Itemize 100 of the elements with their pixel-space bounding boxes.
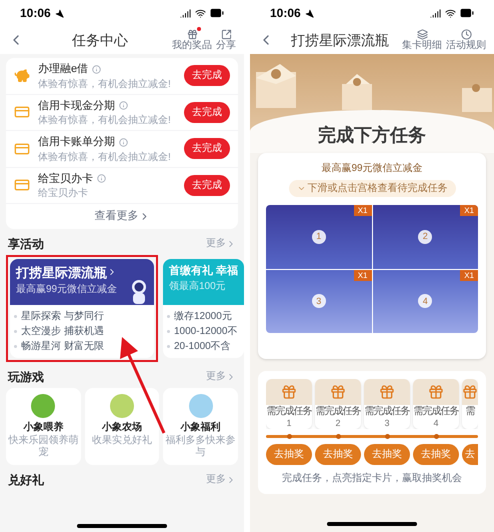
activity-bullet: 畅游星河 财富无限 <box>21 340 104 354</box>
game-card[interactable]: 小象喂养 快来乐园领养萌宠 <box>6 388 81 464</box>
puzzle-tile[interactable]: 1 X1 <box>266 205 372 268</box>
nav-action[interactable]: 我的奖品 <box>172 29 212 51</box>
activity-title: 打捞星际漂流瓶 <box>16 264 107 282</box>
piggy-bank-icon <box>14 68 30 84</box>
puzzle-tile[interactable]: 4 X1 <box>372 270 478 333</box>
gift-icon <box>379 384 395 400</box>
draw-button[interactable]: 去抽奖 <box>413 444 459 465</box>
tile-number: 2 <box>418 230 432 244</box>
game-card[interactable]: 小象福利 福利多多快来参与 <box>163 388 238 464</box>
gift-icon <box>281 384 297 400</box>
gift-icon <box>186 29 198 40</box>
more-link[interactable]: 更多 <box>206 472 236 487</box>
puzzle-tile[interactable]: 3 X1 <box>266 270 372 333</box>
reward-number: 1 <box>286 418 292 429</box>
game-description: 福利多多快来参与 <box>165 434 236 458</box>
count-badge: X1 <box>354 270 372 280</box>
reward-card[interactable]: 需 <box>462 379 478 429</box>
page-title: 任务中心 <box>71 30 129 50</box>
activity-bullet: 20-1000不含 <box>174 340 231 354</box>
activity-title: 首缴有礼 幸福 <box>169 264 238 278</box>
section-title: 兑好礼 <box>8 472 44 488</box>
draw-button[interactable]: 去抽奖 <box>315 444 361 465</box>
bullet-icon <box>167 314 170 318</box>
info-icon[interactable] <box>119 138 128 147</box>
task-title: 给宝贝办卡 <box>38 172 93 186</box>
chevron-down-icon <box>296 184 306 193</box>
game-description: 收果实兑好礼 <box>92 434 152 446</box>
bullet-icon <box>14 314 17 318</box>
card-icon <box>14 177 30 194</box>
reward-number: 2 <box>335 418 340 429</box>
reward-card[interactable]: 需完成任务 1 <box>266 379 312 429</box>
hint-text: 下滑或点击宫格查看待完成任务 <box>308 182 448 196</box>
info-icon[interactable] <box>92 64 102 74</box>
puzzle-tile[interactable]: 2 X1 <box>372 205 478 268</box>
count-badge: X1 <box>354 205 372 216</box>
draw-button[interactable]: 去 <box>462 444 478 465</box>
section-title: 享活动 <box>8 236 44 252</box>
count-badge: X1 <box>460 205 478 216</box>
bullet-icon <box>167 330 170 332</box>
battery-icon <box>210 6 224 20</box>
more-link[interactable]: 更多 <box>206 236 236 251</box>
more-link[interactable]: 更多 <box>206 369 236 384</box>
activity-subtitle: 最高赢99元微信立减金 <box>16 282 118 297</box>
location-icon <box>304 8 314 18</box>
task-title: 信用卡账单分期 <box>38 135 115 150</box>
tile-number: 3 <box>312 294 326 308</box>
page-title: 打捞星际漂流瓶 <box>290 30 390 50</box>
reward-label: 需完成任务 <box>266 405 312 418</box>
battery-icon <box>460 6 474 20</box>
activity-subtitle: 领最高100元 <box>169 280 226 294</box>
game-description: 快来乐园领养萌宠 <box>8 434 79 458</box>
reward-label: 需完成任务 <box>414 405 458 418</box>
section-title: 玩游戏 <box>8 368 44 386</box>
nav-action[interactable]: 分享 <box>216 29 236 51</box>
complete-button[interactable]: 去完成 <box>184 174 230 196</box>
game-name: 小象农场 <box>102 420 142 434</box>
task-title: 信用卡现金分期 <box>38 98 115 114</box>
signal-icon <box>430 8 441 18</box>
reward-card[interactable]: 需完成任务 3 <box>364 379 410 429</box>
draw-button[interactable]: 去抽奖 <box>266 444 312 465</box>
game-name: 小象福利 <box>180 420 221 434</box>
draw-button[interactable]: 去抽奖 <box>364 444 410 465</box>
bullet-icon <box>14 330 17 332</box>
activity-card[interactable]: 打捞星际漂流瓶 最高赢99元微信立减金 星际探索 与梦同行 太空漫步 捕获机遇 畅游星河 财富无限 <box>10 258 154 358</box>
gift-icon <box>462 384 478 400</box>
task-subtitle: 体验有惊喜，有机会抽立减金! <box>38 114 172 127</box>
bullet-icon <box>14 344 17 348</box>
game-card[interactable]: 小象农场 收果实兑好礼 <box>84 388 160 464</box>
card-icon <box>14 140 30 157</box>
status-time: 10:06 <box>20 5 51 22</box>
location-icon <box>54 8 64 18</box>
complete-button[interactable]: 去完成 <box>184 102 230 123</box>
reward-number: 3 <box>384 418 390 429</box>
task-subtitle: 体验有惊喜，有机会抽立减金! <box>38 78 172 90</box>
reward-label: 需完成任务 <box>364 405 410 418</box>
count-badge: X1 <box>460 270 478 280</box>
task-subtitle: 体验有惊喜，有机会抽立减金! <box>38 150 172 164</box>
complete-button[interactable]: 去完成 <box>184 65 230 86</box>
complete-button[interactable]: 去完成 <box>184 138 230 160</box>
reward-card[interactable]: 需完成任务 4 <box>413 379 459 429</box>
reward-label: 需完成任务 <box>316 405 360 418</box>
status-time: 10:06 <box>270 5 301 22</box>
prize-text: 最高赢99元微信立减金 <box>321 162 423 176</box>
view-more-link[interactable]: 查看更多 <box>94 204 150 228</box>
nav-action[interactable]: 集卡明细 <box>402 29 442 51</box>
info-icon[interactable] <box>119 101 128 110</box>
activity-bullet: 1000-12000不 <box>174 324 238 338</box>
activity-card[interactable]: 首缴有礼 幸福 领最高100元 缴存12000元 1000-12000不 20-1000不含 <box>163 258 244 358</box>
nav-action[interactable]: 活动规则 <box>446 29 486 51</box>
reward-card[interactable]: 需完成任务 2 <box>315 379 361 429</box>
tile-number: 1 <box>312 230 326 244</box>
info-icon[interactable] <box>97 174 106 184</box>
tile-number: 4 <box>418 294 432 308</box>
activity-bullet: 星际探索 与梦同行 <box>21 310 104 324</box>
task-heading: 完成下方任务 <box>318 124 426 147</box>
task-subtitle: 给宝贝办卡 <box>38 187 89 200</box>
clock-icon <box>460 29 472 40</box>
gift-icon <box>428 384 444 400</box>
